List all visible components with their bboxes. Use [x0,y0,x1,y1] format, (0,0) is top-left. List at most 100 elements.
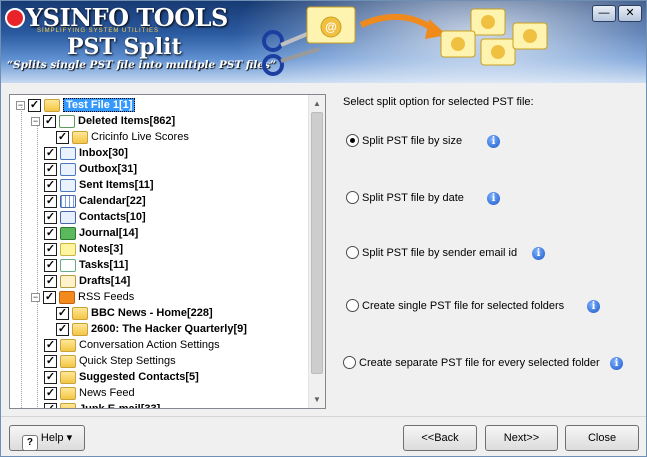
tree-item-label: Drafts[14] [79,275,131,287]
tree-scrollbar[interactable]: ▲ ▼ [308,95,325,408]
tree-item[interactable]: ✓ Inbox[30] [44,145,128,161]
drafts-icon [60,274,76,288]
scroll-thumb[interactable] [311,112,323,374]
checkbox[interactable]: ✓ [44,274,57,288]
folder-tree[interactable]: − ✓ Test File 1[1] − ✓ Deleted Items[862] ✓ Cri… [9,94,326,409]
tree-item-label: Calendar[22] [79,195,146,207]
folder-icon [72,322,88,336]
tree-item[interactable]: ✓ Calendar[22] [44,193,146,209]
radio-label: Split PST file by date [362,191,464,204]
scroll-up-icon[interactable]: ▲ [309,95,325,112]
close-window-button[interactable]: ✕ [618,5,642,22]
radio-button[interactable] [346,246,359,259]
checkbox[interactable]: ✓ [44,338,57,352]
checkbox[interactable]: ✓ [44,226,57,240]
split-option-radio[interactable]: Create separate PST file for every selec… [343,356,600,369]
checkbox[interactable]: ✓ [43,290,56,304]
info-icon[interactable]: i [587,300,600,313]
checkbox[interactable]: ✓ [44,402,57,408]
split-option-radio[interactable]: Create single PST file for selected fold… [346,299,564,312]
checkbox[interactable]: ✓ [44,194,57,208]
checkbox[interactable]: ✓ [56,322,69,336]
close-button[interactable]: Close [565,425,639,451]
checkbox[interactable]: ✓ [43,114,56,128]
tree-item[interactable]: ✓ Sent Items[11] [44,177,154,193]
scroll-down-icon[interactable]: ▼ [309,391,325,408]
info-icon[interactable]: i [487,192,500,205]
checkbox[interactable]: ✓ [28,98,41,112]
back-button[interactable]: <<Back [403,425,477,451]
collapse-toggle[interactable]: − [31,116,40,126]
tree-item-label: Contacts[10] [79,211,146,223]
chevron-down-icon: ▾ [66,432,73,444]
radio-label: Split PST file by size [362,134,463,147]
radio-button[interactable] [346,134,359,147]
checkbox[interactable]: ✓ [44,162,57,176]
journal-icon [60,226,76,240]
tree-guide-line [37,123,38,408]
folder-icon [60,402,76,408]
split-option-radio[interactable]: Split PST file by sender email id [346,246,517,259]
tree-item[interactable]: ✓ Notes[3] [44,241,123,257]
checkbox[interactable]: ✓ [56,306,69,320]
tree-item[interactable]: ✓ Cricinfo Live Scores [56,129,189,145]
checkbox[interactable]: ✓ [44,370,57,384]
next-button[interactable]: Next>> [485,425,558,451]
tree-item[interactable]: ✓ Conversation Action Settings [44,337,220,353]
options-title: Select split option for selected PST fil… [343,96,534,108]
tree-item[interactable]: ✓ BBC News - Home[228] [56,305,213,321]
tree-item-label: Conversation Action Settings [79,339,220,351]
tasks-icon [60,258,76,272]
tree-item-label: Journal[14] [79,227,139,239]
help-icon: ? [21,435,38,451]
checkbox[interactable]: ✓ [44,146,57,160]
folder-icon [72,130,88,144]
checkbox[interactable]: ✓ [44,386,57,400]
info-icon[interactable]: i [610,357,623,370]
checkbox[interactable]: ✓ [44,258,57,272]
checkbox[interactable]: ✓ [44,210,57,224]
svg-text:@: @ [325,20,337,34]
tree-item-label: RSS Feeds [78,291,135,303]
info-icon[interactable]: i [487,135,500,148]
tree-item[interactable]: ✓ Quick Step Settings [44,353,176,369]
split-option-radio[interactable]: Split PST file by date [346,191,464,204]
window-controls: — ✕ [592,5,642,22]
tree-item[interactable]: − ✓ RSS Feeds [31,289,134,305]
tree-item-label: Cricinfo Live Scores [91,131,189,143]
tree-item[interactable]: ✓ Contacts[10] [44,209,146,225]
tree-item[interactable]: ✓ Suggested Contacts[5] [44,369,199,385]
tree-item[interactable]: ✓ Tasks[11] [44,257,128,273]
tree-item-label: Deleted Items[862] [78,115,176,127]
tree-item[interactable]: − ✓ Deleted Items[862] [31,113,175,129]
split-option-radio[interactable]: Split PST file by size [346,134,462,147]
tree-item[interactable]: ✓ Junk E-mail[33] [44,401,161,409]
split-options-panel: Select split option for selected PST fil… [334,90,640,410]
folder-icon [60,386,76,400]
radio-button[interactable] [346,299,359,312]
notes-icon [60,242,76,256]
collapse-toggle[interactable]: − [31,292,40,302]
tree-item[interactable]: ✓ 2600: The Hacker Quarterly[9] [56,321,247,337]
minimize-button[interactable]: — [592,5,616,22]
tree-item[interactable]: ✓ Journal[14] [44,225,138,241]
tree-item-label: Junk E-mail[33] [79,403,161,409]
radio-label: Split PST file by sender email id [362,246,518,259]
banner-artwork: @ [262,6,548,76]
radio-button[interactable] [343,356,356,369]
tree-item-label: News Feed [79,387,135,399]
tree-item[interactable]: ✓ Drafts[14] [44,273,130,289]
tree-root-item[interactable]: − ✓ Test File 1[1] [16,97,136,113]
checkbox[interactable]: ✓ [44,354,57,368]
radio-button[interactable] [346,191,359,204]
tree-item[interactable]: ✓ News Feed [44,385,135,401]
checkbox[interactable]: ✓ [44,242,57,256]
checkbox[interactable]: ✓ [56,130,69,144]
help-button[interactable]: ? Help ▾ [9,425,85,451]
tree-item-label: Test File 1[1] [63,98,136,112]
tree-item[interactable]: ✓ Outbox[31] [44,161,137,177]
header-banner: YSINFO TOOLS SIMPLIFYING SYSTEM UTILITIE… [1,1,646,83]
checkbox[interactable]: ✓ [44,178,57,192]
help-label: Help [40,432,64,444]
info-icon[interactable]: i [532,247,545,260]
